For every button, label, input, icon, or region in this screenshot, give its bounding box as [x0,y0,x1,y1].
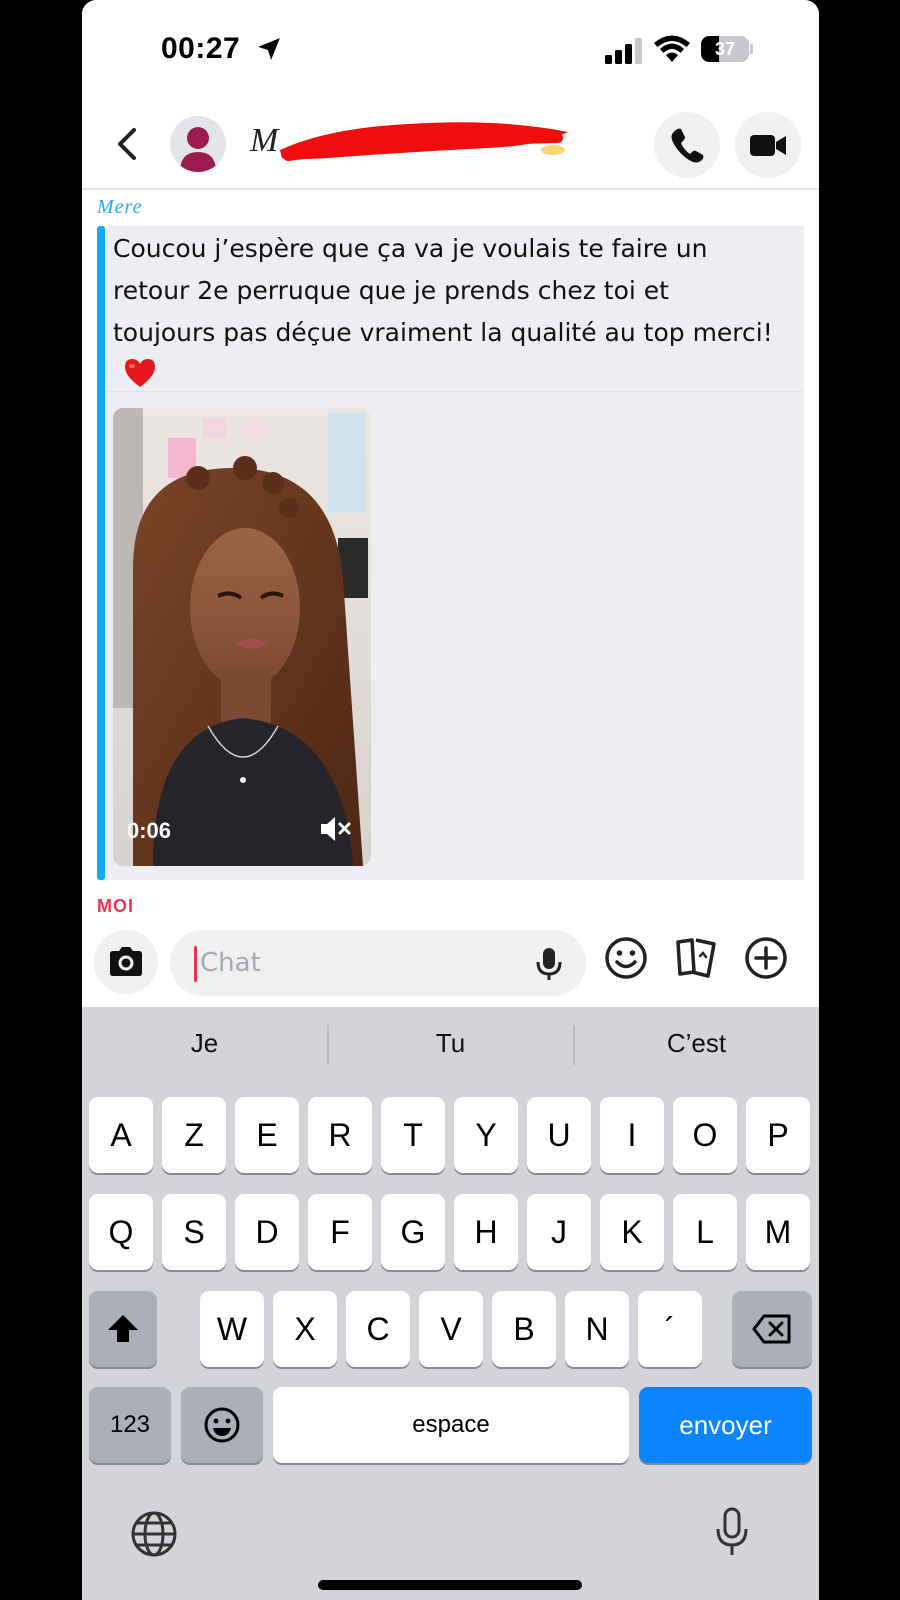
key-row1-2[interactable]: Z [162,1097,226,1173]
shift-key[interactable] [89,1291,157,1367]
key-row3-2[interactable]: X [273,1291,337,1367]
key-row3-3[interactable]: C [346,1291,410,1367]
cellular-signal-icon [605,38,642,64]
key-row1-7[interactable]: U [527,1097,591,1173]
text-caret [194,946,197,982]
key-row2-3[interactable]: D [235,1194,299,1270]
stickers-cards-icon[interactable] [672,934,720,980]
key-row3-4[interactable]: V [419,1291,483,1367]
key-row1-1[interactable]: A [89,1097,153,1173]
key-row2-8[interactable]: K [600,1194,664,1270]
numbers-key[interactable]: 123 [89,1387,171,1463]
battery-label: 37 [714,39,736,59]
sender-label: Mere [97,196,143,218]
person-silhouette-icon [180,127,216,172]
key-row3-7[interactable]: ´ [638,1291,702,1367]
shift-arrow-icon [108,1315,138,1342]
video-call-button[interactable] [735,112,801,178]
emoji-keyboard-key[interactable] [181,1387,263,1463]
dictation-microphone-icon[interactable] [714,1507,750,1557]
key-row1-9[interactable]: O [673,1097,737,1173]
camera-icon [110,947,142,976]
keyboard: Je Tu C’est AZERTYUIOP QSDFGHJKLM WXCVBN… [82,1007,819,1600]
key-row2-1[interactable]: Q [89,1194,153,1270]
key-row2-5[interactable]: G [381,1194,445,1270]
voice-call-button[interactable] [654,112,720,178]
location-arrow-icon [258,38,280,60]
suggestion-1[interactable]: Je [82,1017,327,1069]
backspace-key[interactable] [732,1291,812,1367]
message-body: Coucou j’espère que ça va je voulais te … [113,234,773,347]
me-label: MOI [97,896,134,916]
smiley-face-icon[interactable] [604,936,648,980]
key-row2-7[interactable]: J [527,1194,591,1270]
phone-screen: 00:27 37 M Mere Coucou j’espère que ça v… [82,0,819,1600]
video-camera-icon [750,135,786,156]
status-bar: 00:27 37 [82,0,819,100]
key-row2-2[interactable]: S [162,1194,226,1270]
key-row1-10[interactable]: P [746,1097,810,1173]
key-row1-8[interactable]: I [600,1097,664,1173]
key-row3-1[interactable]: W [200,1291,264,1367]
predictive-suggestions: Je Tu C’est [82,1017,819,1069]
plus-circle-icon[interactable] [744,936,788,980]
camera-button[interactable] [94,930,158,994]
red-heart-emoji-icon [125,359,155,387]
battery-indicator: 37 [701,36,753,62]
phone-icon [671,128,704,163]
delete-backward-icon [752,1314,791,1344]
globe-icon[interactable] [130,1510,178,1558]
chat-header: M [82,100,819,190]
key-row1-6[interactable]: Y [454,1097,518,1173]
muted-speaker-icon[interactable] [319,814,353,844]
home-indicator [318,1580,582,1590]
received-message[interactable]: Coucou j’espère que ça va je voulais te … [97,226,804,880]
chat-input-container[interactable] [170,930,586,996]
key-row1-5[interactable]: T [381,1097,445,1173]
emoji-key-icon [204,1407,240,1443]
wifi-icon [654,35,690,62]
sender-color-bar [97,226,105,880]
key-row2-9[interactable]: L [673,1194,737,1270]
space-key[interactable]: espace [273,1387,629,1463]
video-thumbnail [113,408,371,866]
key-row1-3[interactable]: E [235,1097,299,1173]
key-row2-10[interactable]: M [746,1194,810,1270]
back-chevron-icon[interactable] [110,124,146,164]
key-row1-4[interactable]: R [308,1097,372,1173]
chat-input-bar [82,920,819,1008]
microphone-icon[interactable] [534,946,564,982]
chat-input[interactable] [200,940,520,986]
contact-avatar[interactable] [170,116,226,172]
key-row2-6[interactable]: H [454,1194,518,1270]
video-attachment[interactable]: 0:06 [113,408,371,866]
suggestion-3[interactable]: C’est [574,1017,819,1069]
suggestion-2[interactable]: Tu [328,1017,573,1069]
video-duration: 0:06 [127,818,172,843]
key-row3-5[interactable]: B [492,1291,556,1367]
key-row3-6[interactable]: N [565,1291,629,1367]
status-time: 00:27 [161,32,241,65]
redaction-scribble [280,122,568,161]
message-text: Coucou j’espère que ça va je voulais te … [113,228,773,396]
send-key[interactable]: envoyer [639,1387,812,1463]
key-row2-4[interactable]: F [308,1194,372,1270]
